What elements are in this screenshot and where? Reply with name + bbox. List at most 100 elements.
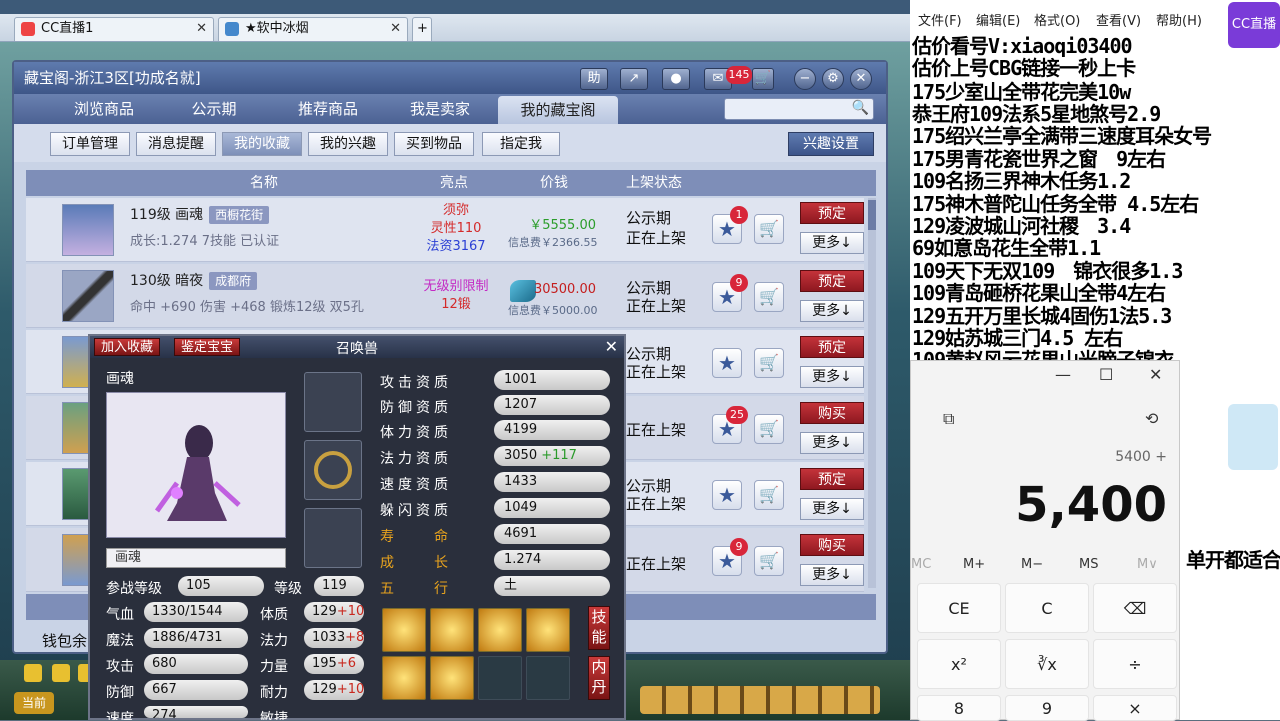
skill-icon[interactable] bbox=[430, 608, 474, 652]
close-icon[interactable]: ✕ bbox=[605, 337, 618, 356]
tab-game[interactable]: ★软中冰烟 ✕ bbox=[218, 17, 408, 41]
cart-icon[interactable]: 🛒 bbox=[752, 68, 774, 90]
menu-edit[interactable]: 编辑(E) bbox=[976, 10, 1020, 29]
backspace-key[interactable]: ⌫ bbox=[1093, 583, 1177, 633]
fav-count-badge: 1 bbox=[730, 206, 748, 224]
clear-key[interactable]: C bbox=[1005, 583, 1089, 633]
skill-icon[interactable] bbox=[478, 608, 522, 652]
mem-list[interactable]: M∨ bbox=[1137, 557, 1158, 572]
more-button[interactable]: 更多↓ bbox=[800, 366, 864, 388]
reserve-button[interactable]: 预定 bbox=[800, 468, 864, 490]
add-favorite-button[interactable]: 加入收藏 bbox=[94, 338, 161, 356]
history-icon[interactable]: ⟲ bbox=[1145, 409, 1158, 428]
cube-root-key[interactable]: ∛x bbox=[1005, 639, 1089, 689]
clear-entry-key[interactable]: CE bbox=[917, 583, 1001, 633]
multiply-key[interactable]: × bbox=[1093, 695, 1177, 721]
search-input[interactable]: 🔍 bbox=[724, 98, 874, 120]
close-tab-icon[interactable]: ✕ bbox=[196, 18, 207, 40]
close-button[interactable]: ✕ bbox=[850, 68, 872, 90]
tab-recommended[interactable]: 推荐商品 bbox=[278, 94, 378, 124]
identify-pet-button[interactable]: 鉴定宝宝 bbox=[174, 338, 241, 356]
scrollbar[interactable] bbox=[868, 198, 876, 588]
skill-icon[interactable] bbox=[382, 608, 426, 652]
skill-icon[interactable] bbox=[382, 656, 426, 700]
sub-messages[interactable]: 消息提醒 bbox=[136, 132, 216, 156]
inner-core-tab[interactable]: 内丹 bbox=[588, 656, 610, 700]
sub-interests[interactable]: 我的兴趣 bbox=[308, 132, 388, 156]
close-icon[interactable]: ✕ bbox=[1149, 365, 1162, 384]
divide-key[interactable]: ÷ bbox=[1093, 639, 1177, 689]
current-channel-button[interactable]: 当前 bbox=[14, 692, 54, 714]
equipment-slot-3[interactable] bbox=[304, 508, 362, 568]
buy-button[interactable]: 购买 bbox=[800, 402, 864, 424]
minimize-button[interactable]: − bbox=[794, 68, 816, 90]
stop-button[interactable]: ● bbox=[662, 68, 690, 90]
tab-cc-live[interactable]: CC直播1 ✕ bbox=[14, 17, 214, 41]
arrow-up-icon[interactable] bbox=[52, 664, 70, 682]
skill-icon[interactable] bbox=[526, 608, 570, 652]
digit-9-key[interactable]: 9 bbox=[1005, 695, 1089, 721]
stat-value: 129+10 bbox=[304, 602, 364, 622]
maximize-icon[interactable]: ☐ bbox=[1099, 365, 1113, 384]
scrollbar-thumb[interactable] bbox=[868, 200, 876, 230]
search-icon[interactable]: 🔍 bbox=[852, 100, 869, 116]
menu-file[interactable]: 文件(F) bbox=[918, 10, 962, 29]
menu-help[interactable]: 帮助(H) bbox=[1156, 10, 1202, 29]
buy-button[interactable]: 购买 bbox=[800, 534, 864, 556]
reserve-button[interactable]: 预定 bbox=[800, 270, 864, 292]
interest-settings-button[interactable]: 兴趣设置 bbox=[788, 132, 874, 156]
new-tab-button[interactable]: + bbox=[412, 17, 432, 41]
share-button[interactable]: ↗ bbox=[620, 68, 648, 90]
cart-icon[interactable]: 🛒 bbox=[754, 546, 784, 576]
cart-icon[interactable]: 🛒 bbox=[754, 480, 784, 510]
mem-subtract[interactable]: M− bbox=[1021, 557, 1043, 572]
menu-view[interactable]: 查看(V) bbox=[1096, 10, 1141, 29]
reserve-button[interactable]: 预定 bbox=[800, 202, 864, 224]
more-button[interactable]: 更多↓ bbox=[800, 300, 864, 322]
quickbar-icons[interactable] bbox=[640, 686, 880, 714]
table-row[interactable]: 130级 暗夜 成都府 命中 +690 伤害 +468 锻炼12级 双5孔 无级别… bbox=[26, 264, 864, 328]
sub-favorites[interactable]: 我的收藏 bbox=[222, 132, 302, 156]
more-button[interactable]: 更多↓ bbox=[800, 232, 864, 254]
arrow-left-icon[interactable] bbox=[24, 664, 42, 682]
cart-icon[interactable]: 🛒 bbox=[754, 414, 784, 444]
minimize-icon[interactable]: — bbox=[1055, 365, 1071, 384]
skills-tab[interactable]: 技能 bbox=[588, 606, 610, 650]
stat-label: 防御 bbox=[106, 685, 134, 701]
weapon-thumbnail[interactable] bbox=[62, 270, 114, 322]
square-key[interactable]: x² bbox=[917, 639, 1001, 689]
pet-figure-icon bbox=[154, 425, 241, 521]
more-button[interactable]: 更多↓ bbox=[800, 564, 864, 586]
mem-store[interactable]: MS bbox=[1079, 557, 1098, 572]
tab-my-pavilion[interactable]: 我的藏宝阁 bbox=[498, 96, 618, 124]
star-icon[interactable]: ★ bbox=[712, 348, 742, 378]
skill-icon[interactable] bbox=[430, 656, 474, 700]
mem-add[interactable]: M+ bbox=[963, 557, 985, 572]
cart-icon[interactable]: 🛒 bbox=[754, 214, 784, 244]
pet-thumbnail[interactable] bbox=[62, 204, 114, 256]
more-button[interactable]: 更多↓ bbox=[800, 432, 864, 454]
menu-format[interactable]: 格式(O) bbox=[1034, 10, 1080, 29]
keep-on-top-icon[interactable]: ⧉ bbox=[943, 409, 954, 429]
status-line-1: 公示期 bbox=[626, 477, 672, 495]
sub-orders[interactable]: 订单管理 bbox=[50, 132, 130, 156]
tab-browse[interactable]: 浏览商品 bbox=[54, 94, 154, 124]
settings-button[interactable]: ⚙ bbox=[822, 68, 844, 90]
stat-label: 力量 bbox=[260, 659, 288, 675]
table-row[interactable]: 119级 画魂 西橱花街 成长:1.274 7技能 已认证 须弥 灵性110 法资… bbox=[26, 198, 864, 262]
sub-assigned[interactable]: 指定我 bbox=[482, 132, 560, 156]
equipment-slot-1[interactable] bbox=[304, 372, 362, 432]
cart-icon[interactable]: 🛒 bbox=[754, 348, 784, 378]
digit-8-key[interactable]: 8 bbox=[917, 695, 1001, 721]
more-button[interactable]: 更多↓ bbox=[800, 498, 864, 520]
star-icon[interactable]: ★ bbox=[712, 480, 742, 510]
sub-purchased[interactable]: 买到物品 bbox=[394, 132, 474, 156]
tab-public-period[interactable]: 公示期 bbox=[164, 94, 264, 124]
cart-icon[interactable]: 🛒 bbox=[754, 282, 784, 312]
help-button[interactable]: 助 bbox=[580, 68, 608, 90]
close-tab-icon[interactable]: ✕ bbox=[390, 18, 401, 40]
reserve-button[interactable]: 预定 bbox=[800, 336, 864, 358]
equipment-slot-2[interactable] bbox=[304, 440, 362, 500]
tab-seller[interactable]: 我是卖家 bbox=[390, 94, 490, 124]
game-icon bbox=[225, 22, 239, 36]
